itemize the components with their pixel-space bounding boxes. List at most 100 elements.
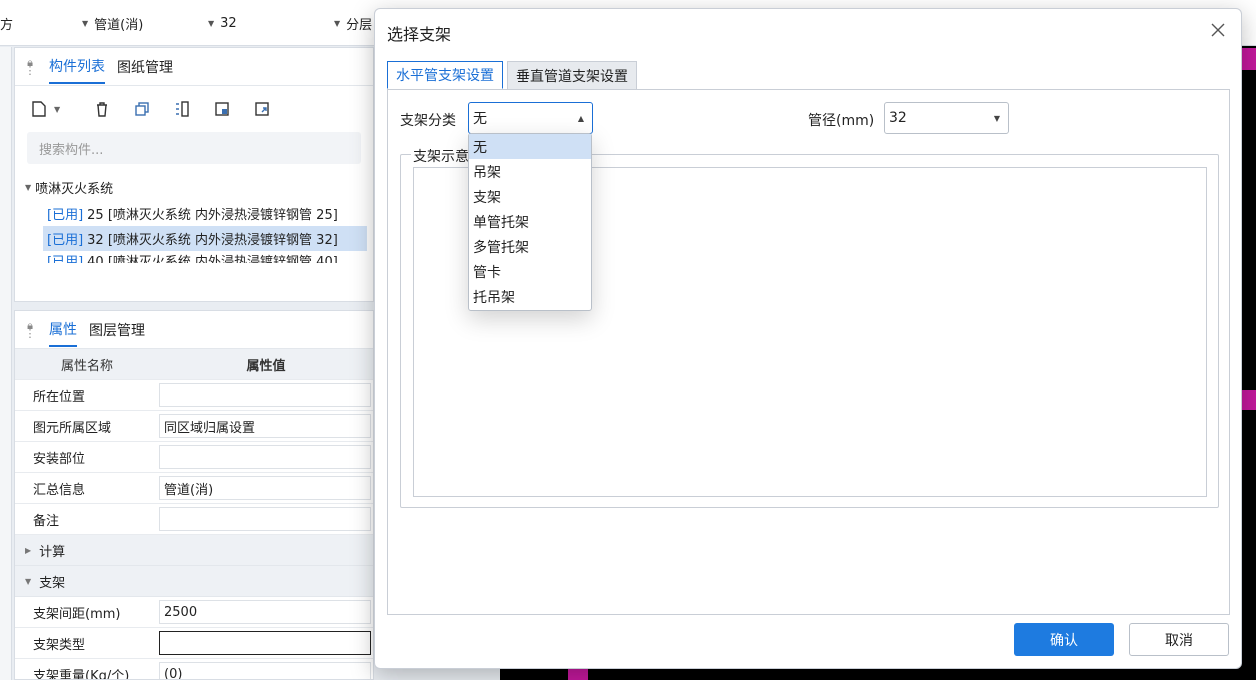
tree-item-25[interactable]: [已用] 25 [喷淋灭火系统 内外浸热浸镀锌钢管 25] [15, 201, 373, 226]
toolbar-dropdown-label: 方 [0, 17, 14, 33]
property-value-field[interactable] [159, 445, 371, 469]
chevron-down-icon: ▼ [208, 18, 215, 28]
category-dropdown-list: 无 吊架 支架 单管托架 多管托架 管卡 托吊架 [468, 133, 592, 311]
property-value-field[interactable]: 同区域归属设置 [159, 414, 371, 438]
column-header-name: 属性名称 [60, 358, 113, 374]
property-name: 支架重量(Kg/个) [33, 668, 130, 680]
tree-item-32[interactable]: [已用] 32 [喷淋灭火系统 内外浸热浸镀锌钢管 32] [43, 226, 367, 251]
search-placeholder: 搜索构件... [39, 142, 104, 158]
component-panel-header: 🔒︎ ⋮ 构件列表 图纸管理 [15, 48, 373, 86]
category-label: 支架分类 [400, 113, 456, 129]
chevron-down-icon: ▼ [82, 18, 89, 28]
property-name: 支架间距(mm) [33, 606, 121, 622]
dropdown-option-multi-bracket[interactable]: 多管托架 [469, 234, 591, 259]
toolbar-dropdown-label: 32 [220, 15, 237, 31]
chevron-down-icon: ▼ [334, 18, 341, 28]
dialog-title: 选择支架 [387, 25, 452, 44]
property-name: 安装部位 [33, 451, 86, 467]
delete-icon[interactable] [89, 96, 115, 122]
close-icon[interactable] [1209, 21, 1227, 39]
properties-panel: 🔒︎ ⋮ 属性 图层管理 属性名称 属性值 所在位置 图元所属区域 同区域归属设置… [14, 310, 374, 680]
lock-icon[interactable]: 🔒︎ ⋮ [23, 57, 37, 76]
cancel-button[interactable]: 取消 [1129, 623, 1229, 656]
dropdown-option-support[interactable]: 支架 [469, 184, 591, 209]
lock-icon[interactable]: 🔒︎ ⋮ [23, 320, 37, 339]
left-edge-panel [0, 47, 12, 680]
import-icon[interactable] [209, 96, 235, 122]
used-tag: [已用] [47, 233, 84, 248]
toolbar-dropdown-label: 分层 [346, 17, 373, 33]
chevron-right-icon: ▶ [25, 545, 32, 555]
property-name: 汇总信息 [33, 482, 86, 498]
property-group-calc[interactable]: ▶ 计算 [15, 535, 373, 566]
property-row: 支架间距(mm) 2500 [15, 597, 373, 628]
chevron-down-icon: ▼ [993, 113, 1000, 123]
tree-item-label: 40 [喷淋灭火系统 内外浸热浸镀锌钢管 40] [87, 255, 338, 263]
diameter-select-value: 32 [889, 110, 907, 126]
drawing-canvas-edge[interactable] [1240, 46, 1256, 640]
copy-icon[interactable] [129, 96, 155, 122]
property-row: 支架重量(Kg/个) (0) [15, 659, 373, 680]
tab-drawing-management[interactable]: 图纸管理 [117, 51, 173, 83]
property-name: 图元所属区域 [33, 420, 112, 436]
tab-horizontal-support[interactable]: 水平管支架设置 [387, 61, 503, 89]
property-value-field[interactable]: (0) [159, 662, 371, 679]
tree-item-label: 25 [喷淋灭火系统 内外浸热浸镀锌钢管 25] [87, 208, 338, 223]
used-tag: [已用] [47, 255, 84, 263]
dropdown-option-clamp[interactable]: 管卡 [469, 259, 591, 284]
tab-layer-management[interactable]: 图层管理 [89, 314, 145, 346]
component-search-input[interactable]: 搜索构件... [27, 132, 361, 164]
tree-node-root[interactable]: ▼ 喷淋灭火系统 [15, 178, 373, 197]
property-row: 所在位置 [15, 380, 373, 411]
toolbar-dropdown-label: 管道(消) [94, 17, 144, 33]
property-row: 安装部位 [15, 442, 373, 473]
support-type-field[interactable] [159, 631, 371, 655]
group-label: 计算 [39, 544, 66, 560]
property-value-field[interactable] [159, 507, 371, 531]
dialog-tabs: 水平管支架设置 垂直管道支架设置 [387, 61, 637, 89]
diameter-select[interactable]: 32 ▼ [884, 102, 1009, 134]
dropdown-option-hanger[interactable]: 吊架 [469, 159, 591, 184]
tree-item-40[interactable]: [已用] 40 [喷淋灭火系统 内外浸热浸镀锌钢管 40] [15, 251, 373, 263]
used-tag: [已用] [47, 208, 84, 223]
toolbar-dropdown-size[interactable]: ▼ 32 [208, 0, 237, 46]
dropdown-option-hanging-bracket[interactable]: 托吊架 [469, 284, 591, 309]
chevron-down-icon: ▼ [25, 576, 32, 586]
canvas-element [1242, 48, 1256, 70]
tree-item-label: 32 [喷淋灭火系统 内外浸热浸镀锌钢管 32] [87, 233, 338, 248]
property-name: 所在位置 [33, 389, 86, 405]
select-support-dialog: 选择支架 水平管支架设置 垂直管道支架设置 支架分类 无 ▲ 管径(mm) 32… [374, 8, 1242, 669]
tab-component-list[interactable]: 构件列表 [49, 50, 105, 84]
tab-properties[interactable]: 属性 [49, 313, 77, 347]
dropdown-option-single-bracket[interactable]: 单管托架 [469, 209, 591, 234]
property-row: 图元所属区域 同区域归属设置 [15, 411, 373, 442]
component-toolbar: ▼ [15, 86, 373, 132]
property-name: 支架类型 [33, 637, 86, 653]
property-value-field[interactable] [159, 383, 371, 407]
list-view-icon[interactable] [169, 96, 195, 122]
property-group-support[interactable]: ▼ 支架 [15, 566, 373, 597]
toolbar-dropdown-system[interactable]: ▼ 管道(消) [82, 0, 143, 46]
properties-table-header: 属性名称 属性值 [15, 349, 373, 380]
diameter-label: 管径(mm) [808, 113, 875, 129]
category-select[interactable]: 无 ▲ [468, 102, 593, 134]
export-icon[interactable] [249, 96, 275, 122]
toolbar-dropdown-layer[interactable]: ▼ 分层 [334, 0, 372, 46]
property-value-field[interactable]: 2500 [159, 600, 371, 624]
new-icon[interactable]: ▼ [29, 96, 75, 122]
chevron-down-icon: ▼ [25, 183, 32, 192]
property-value-field[interactable]: 管道(消) [159, 476, 371, 500]
column-header-value: 属性值 [246, 358, 286, 374]
component-list-panel: 🔒︎⋮ 构件列表 图纸管理 ▼ 搜索构件... ▼ 喷淋灭火系统 [已用] 2 [14, 47, 374, 302]
group-label: 支架 [39, 575, 66, 591]
property-row: 备注 [15, 504, 373, 535]
tree-root-label: 喷淋灭火系统 [35, 182, 114, 197]
properties-panel-header: 🔒︎ ⋮ 属性 图层管理 [15, 311, 373, 349]
toolbar-dropdown-floor[interactable]: 方 [0, 0, 13, 46]
tab-vertical-support[interactable]: 垂直管道支架设置 [507, 61, 637, 89]
dropdown-option-none[interactable]: 无 [469, 134, 591, 159]
category-select-value: 无 [473, 111, 487, 127]
chevron-up-icon: ▲ [577, 113, 584, 123]
property-name: 备注 [33, 513, 60, 529]
confirm-button[interactable]: 确认 [1014, 623, 1114, 656]
